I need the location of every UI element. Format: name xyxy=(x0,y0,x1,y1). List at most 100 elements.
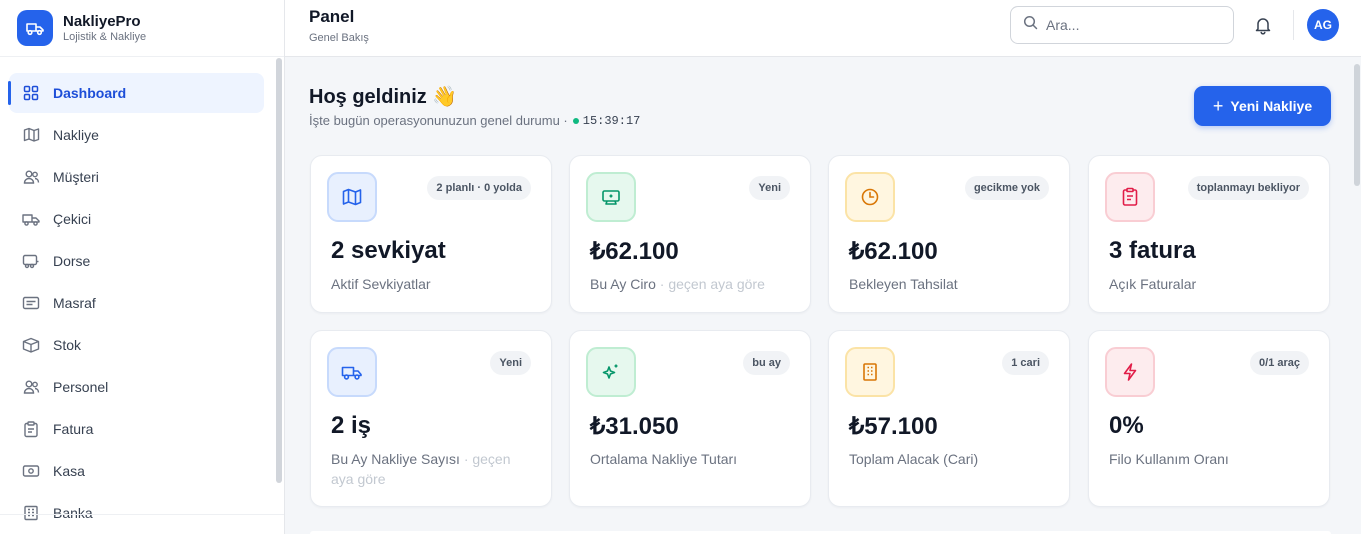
stat-value: ₺31.050 xyxy=(590,413,679,440)
search-input[interactable] xyxy=(1046,17,1216,33)
avatar[interactable]: AG xyxy=(1307,9,1339,41)
status-badge: gecikme yok xyxy=(964,176,1049,200)
stat-card-pending-collection[interactable]: gecikme yok ₺62.100 Bekleyen Tahsilat xyxy=(828,155,1070,313)
clock-icon xyxy=(845,172,895,222)
brand[interactable]: NakliyePro Lojistik & Nakliye xyxy=(0,0,284,57)
status-badge: 0/1 araç xyxy=(1250,351,1309,375)
stat-value: 0% xyxy=(1109,412,1144,439)
stat-label-text: Filo Kullanım Oranı xyxy=(1109,451,1229,467)
stat-label-text: Toplam Alacak (Cari) xyxy=(849,451,979,467)
people-icon xyxy=(22,378,40,396)
cash-icon xyxy=(22,462,40,480)
status-badge: 1 cari xyxy=(1002,351,1049,375)
sidebar-item-personel[interactable]: Personel xyxy=(9,367,264,407)
stat-value: ₺62.100 xyxy=(849,238,938,265)
sidebar-item-cekici[interactable]: Çekici xyxy=(9,199,264,239)
stat-label-text: Bekleyen Tahsilat xyxy=(849,276,958,292)
status-badge: 2 planlı · 0 yolda xyxy=(427,176,531,200)
stat-card-active-shipments[interactable]: 2 planlı · 0 yolda 2 sevkiyat Aktif Sevk… xyxy=(310,155,552,313)
subline-text: İşte bugün operasyonunuzun genel durumu … xyxy=(309,113,568,128)
bell-icon[interactable] xyxy=(1252,14,1274,36)
stat-label: Aktif Sevkiyatlar xyxy=(331,274,536,294)
sidebar-item-label: Müşteri xyxy=(53,169,99,185)
plus-icon: + xyxy=(1212,96,1224,116)
map-icon xyxy=(327,172,377,222)
stat-value: 2 iş xyxy=(331,412,372,439)
sidebar-item-masraf[interactable]: Masraf xyxy=(9,283,264,323)
main-scrollbar[interactable] xyxy=(1354,64,1360,186)
stat-label: Ortalama Nakliye Tutarı xyxy=(590,449,795,469)
grid-icon xyxy=(22,84,40,102)
sidebar-item-banka[interactable]: Banka xyxy=(9,493,264,533)
stat-card-fleet-usage[interactable]: 0/1 araç 0% Filo Kullanım Oranı xyxy=(1088,330,1330,507)
map-icon xyxy=(22,126,40,144)
sidebar-item-label: Masraf xyxy=(53,295,96,311)
stat-label: Açık Faturalar xyxy=(1109,274,1314,294)
sidebar-item-label: Çekici xyxy=(53,211,92,227)
truck-icon xyxy=(327,347,377,397)
users-icon xyxy=(22,168,40,186)
sidebar-item-label: Kasa xyxy=(53,463,85,479)
page-title: Panel xyxy=(309,7,355,26)
stat-label-text: Açık Faturalar xyxy=(1109,276,1197,292)
truck-icon xyxy=(22,210,40,228)
new-shipment-button[interactable]: + Yeni Nakliye xyxy=(1194,86,1331,126)
stat-card-monthly-revenue[interactable]: Yeni ₺62.100 Bu Ay Ciro · geçen aya göre xyxy=(569,155,811,313)
stat-label-text: Aktif Sevkiyatlar xyxy=(331,276,431,292)
sidebar-scrollbar[interactable] xyxy=(276,58,282,483)
sidebar-item-dorse[interactable]: Dorse xyxy=(9,241,264,281)
trailer-icon xyxy=(22,252,40,270)
sparkle-icon xyxy=(586,347,636,397)
stat-card-average-amount[interactable]: bu ay ₺31.050 Ortalama Nakliye Tutarı xyxy=(569,330,811,507)
stat-value: ₺62.100 xyxy=(590,238,679,265)
stat-value: 2 sevkiyat xyxy=(331,237,446,264)
sidebar-item-dashboard[interactable]: Dashboard xyxy=(8,73,264,113)
brand-subtitle: Lojistik & Nakliye xyxy=(63,30,147,43)
sidebar-item-nakliye[interactable]: Nakliye xyxy=(9,115,264,155)
stat-label-text: Bu Ay Nakliye Sayısı xyxy=(331,451,460,467)
new-shipment-label: Yeni Nakliye xyxy=(1230,98,1313,114)
stat-label: Bu Ay Ciro · geçen aya göre xyxy=(590,274,795,294)
stat-label-text: Ortalama Nakliye Tutarı xyxy=(590,451,738,467)
money-icon xyxy=(586,172,636,222)
building-icon xyxy=(845,347,895,397)
header-divider xyxy=(1293,10,1294,40)
welcome-subline: İşte bugün operasyonunuzun genel durumu … xyxy=(309,113,640,128)
live-clock: 15:39:17 xyxy=(582,113,641,128)
sidebar-item-label: Dashboard xyxy=(53,85,127,101)
sidebar-item-label: Stok xyxy=(53,337,82,353)
search-box[interactable] xyxy=(1010,6,1234,44)
sidebar-item-label: Personel xyxy=(53,379,109,395)
sidebar-item-kasa[interactable]: Kasa xyxy=(9,451,264,491)
sidebar-footer-divider xyxy=(0,514,284,515)
sidebar-item-musteri[interactable]: Müşteri xyxy=(9,157,264,197)
stat-label-comparison: · geçen aya göre xyxy=(659,276,765,292)
invoice-icon xyxy=(1105,172,1155,222)
top-header: Panel Genel Bakış AG xyxy=(285,0,1361,57)
stat-value: ₺57.100 xyxy=(849,413,938,440)
sidebar-item-stok[interactable]: Stok xyxy=(9,325,264,365)
stat-label-text: Bu Ay Ciro xyxy=(590,276,656,292)
status-badge: Yeni xyxy=(749,176,790,200)
stat-card-total-receivable[interactable]: 1 cari ₺57.100 Toplam Alacak (Cari) xyxy=(828,330,1070,507)
sidebar-item-label: Nakliye xyxy=(53,127,99,143)
stat-value: 3 fatura xyxy=(1109,237,1196,264)
box-icon xyxy=(22,336,40,354)
receipt-icon xyxy=(22,294,40,312)
brand-name: NakliyePro xyxy=(63,12,141,30)
sidebar-item-label: Banka xyxy=(53,505,93,521)
stat-label: Toplam Alacak (Cari) xyxy=(849,449,1054,469)
sidebar-item-label: Fatura xyxy=(53,421,94,437)
sidebar-item-label: Dorse xyxy=(53,253,91,269)
bolt-icon xyxy=(1105,347,1155,397)
search-icon xyxy=(1023,15,1038,35)
main-content: Hoş geldiniz 👋 İşte bugün operasyonunuzu… xyxy=(285,57,1353,534)
live-status-dot xyxy=(572,117,579,124)
welcome-heading: Hoş geldiniz 👋 xyxy=(309,86,458,108)
bank-icon xyxy=(22,504,40,522)
stat-label: Bu Ay Nakliye Sayısı · geçen aya göre xyxy=(331,449,536,489)
sidebar-item-fatura[interactable]: Fatura xyxy=(9,409,264,449)
sidebar-nav: Dashboard Nakliye Müşteri Çekici Dorse M… xyxy=(8,73,264,534)
stat-card-monthly-jobs[interactable]: Yeni 2 iş Bu Ay Nakliye Sayısı · geçen a… xyxy=(310,330,552,507)
stat-card-open-invoices[interactable]: toplanmayı bekliyor 3 fatura Açık Fatura… xyxy=(1088,155,1330,313)
